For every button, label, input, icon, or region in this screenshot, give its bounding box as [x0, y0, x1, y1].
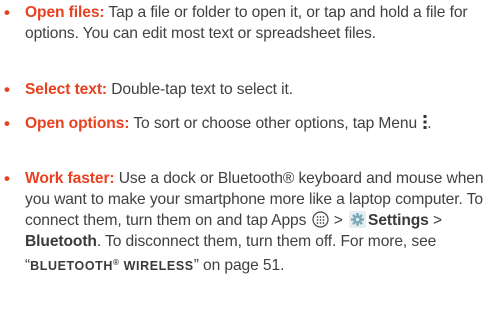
- period: .: [427, 115, 432, 132]
- item-lead-open-options: Open options:: [25, 115, 130, 132]
- xref-tail: WIRELESS: [119, 259, 194, 273]
- bullet: •: [4, 80, 10, 99]
- apps-icon: [311, 211, 329, 228]
- list-item-text: Open options: To sort or choose other op…: [25, 113, 495, 134]
- separator-arrow: >: [329, 212, 348, 229]
- item-body-open-options: To sort or choose other options, tap Men…: [129, 115, 422, 132]
- item-body-work-faster-c: ” on page 51.: [193, 257, 285, 274]
- item-lead-open-files: Open files:: [25, 4, 105, 21]
- bluetooth-label: Bluetooth: [25, 233, 97, 250]
- cross-reference-link[interactable]: BLUETOOTH® WIRELESS: [30, 258, 194, 273]
- item-lead-work-faster: Work faster:: [25, 170, 115, 187]
- list-item-text: Work faster: Use a dock or Bluetooth® ke…: [25, 168, 495, 277]
- list-item-text: Select text: Double-tap text to select i…: [25, 79, 495, 100]
- list-item-text: Open files: Tap a file or folder to open…: [25, 2, 495, 44]
- item-body-select-text: Double-tap text to select it.: [107, 81, 293, 98]
- bullet: •: [4, 169, 10, 188]
- item-lead-select-text: Select text:: [25, 81, 107, 98]
- xref-main: BLUETOOTH: [30, 259, 114, 273]
- bullet: •: [4, 3, 10, 22]
- settings-gear-icon: [349, 211, 367, 228]
- bullet: •: [4, 114, 10, 133]
- separator-arrow: >: [428, 212, 442, 229]
- settings-label: Settings: [368, 212, 429, 229]
